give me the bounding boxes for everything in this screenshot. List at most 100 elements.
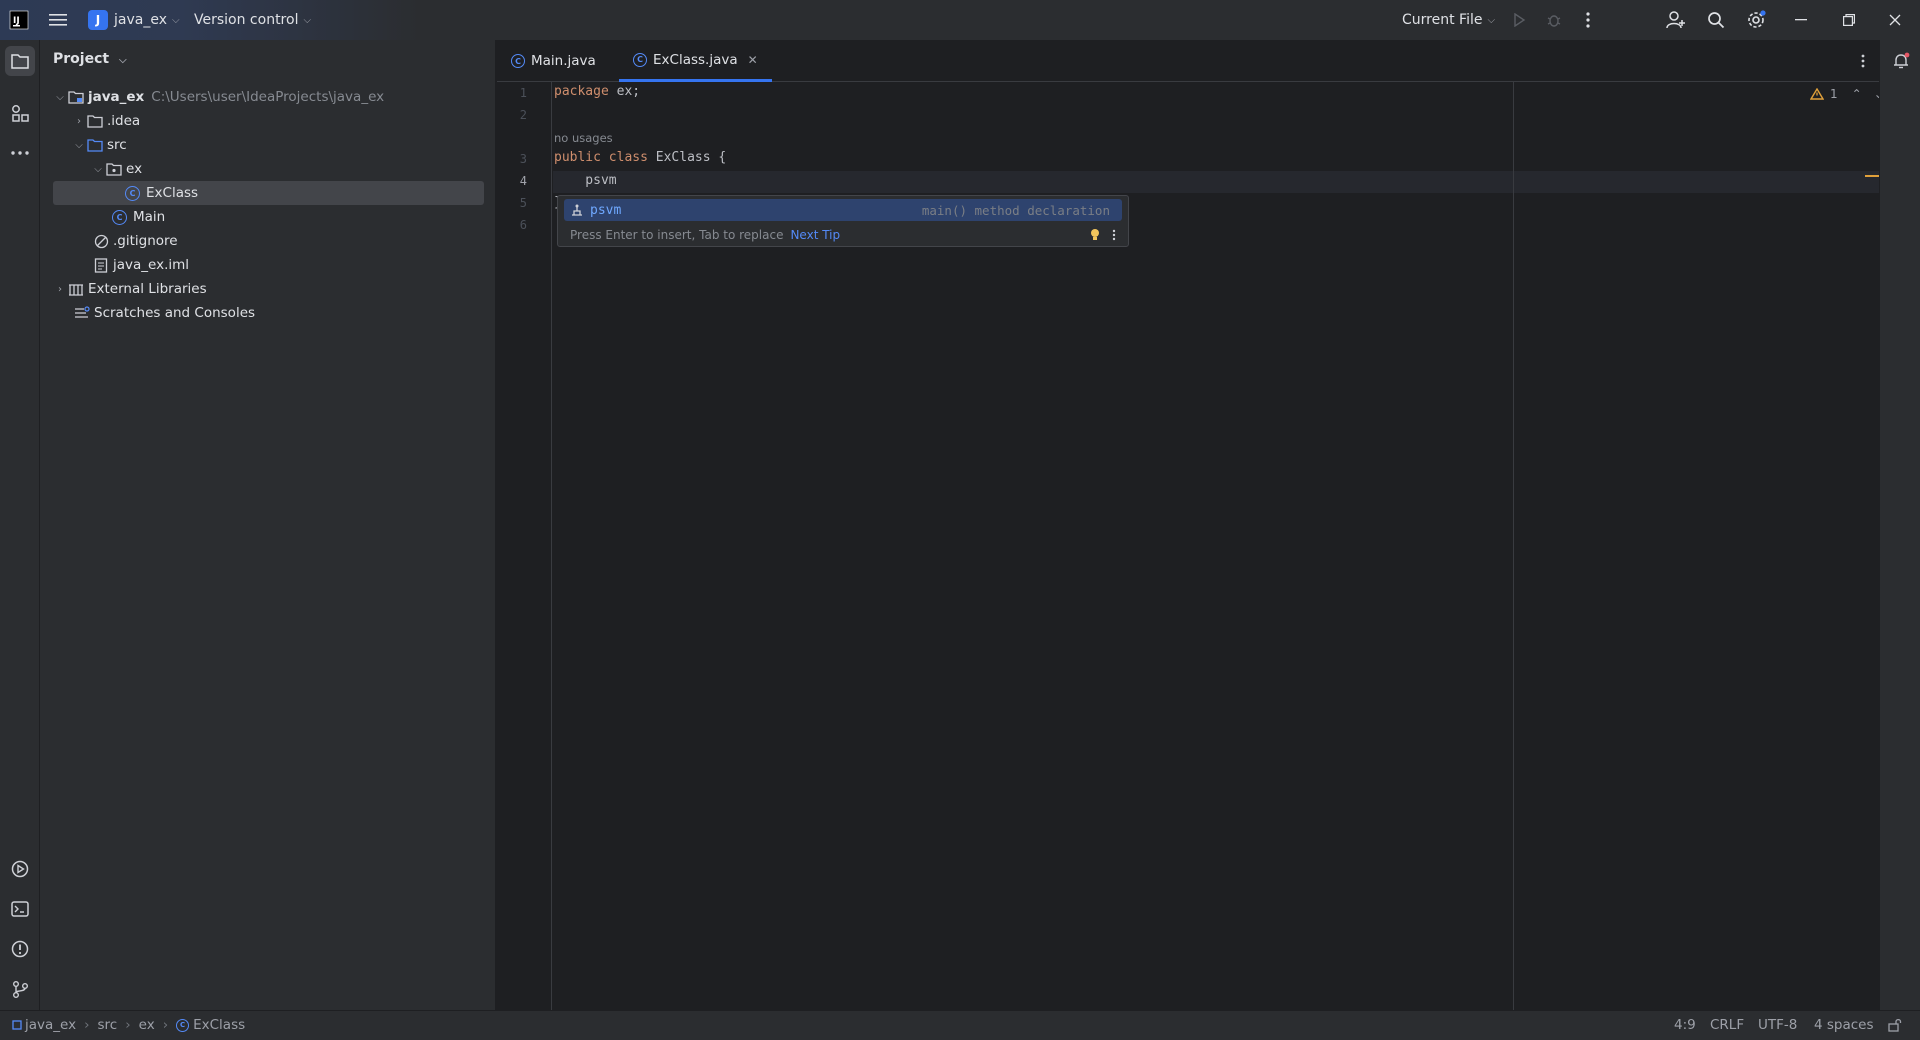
module-folder-icon [68, 89, 84, 105]
main-menu-icon[interactable] [46, 8, 70, 32]
live-template-icon [572, 204, 582, 216]
usages-inlay-hint[interactable]: no usages [554, 131, 613, 145]
code-with-me-icon[interactable] [1664, 9, 1688, 31]
warning-stripe-marker[interactable] [1865, 175, 1879, 177]
tree-label: src [107, 137, 127, 153]
tabs-more-icon[interactable] [1855, 51, 1871, 71]
project-badge: J [88, 10, 108, 30]
keyword: public [554, 150, 601, 165]
tree-item-idea[interactable]: › .idea [40, 109, 480, 133]
tab-exclass-java[interactable]: C ExClass.java ✕ [619, 40, 772, 82]
chevron-down-icon: ⌵ [118, 55, 127, 66]
run-config-selector[interactable]: Current File ⌵ [1402, 9, 1495, 31]
bug-icon [1547, 15, 1561, 27]
line-number: 2 [519, 108, 527, 122]
chevron-up-icon[interactable]: ⌃ [1852, 87, 1862, 101]
project-tool-icon[interactable] [5, 46, 35, 76]
line-number: 1 [519, 86, 527, 100]
code-line-3: public class ExClass { [554, 150, 726, 165]
line-separator[interactable]: CRLF [1710, 1017, 1744, 1033]
java-class-icon: C [633, 52, 647, 67]
source-folder-icon [87, 137, 103, 153]
file-encoding[interactable]: UTF-8 [1758, 1017, 1797, 1033]
project-panel-title[interactable]: Project ⌵ [53, 51, 127, 67]
breadcrumb-item[interactable]: ExClass [193, 1017, 245, 1033]
chevron-right-icon: › [162, 1017, 169, 1033]
chevron-right-icon[interactable]: › [71, 116, 87, 127]
problems-tool-icon[interactable] [5, 934, 35, 964]
play-icon [1514, 13, 1526, 27]
run-button[interactable] [1508, 10, 1530, 30]
close-tab-icon[interactable]: ✕ [748, 53, 758, 67]
run-tool-icon[interactable] [5, 854, 35, 884]
right-tool-strip [1879, 40, 1920, 1010]
module-icon [12, 1020, 22, 1030]
more-tools-icon[interactable] [5, 138, 35, 168]
completion-hint-text: Press Enter to insert, Tab to replace [570, 228, 784, 242]
terminal-tool-icon[interactable] [5, 894, 35, 924]
settings-gear-icon[interactable] [1744, 9, 1768, 31]
breadcrumb-item[interactable]: ex [139, 1017, 155, 1033]
java-class-icon: C [125, 185, 140, 201]
tab-main-java[interactable]: C Main.java [497, 40, 610, 82]
tree-item-main[interactable]: C Main [40, 205, 480, 229]
tree-item-gitignore[interactable]: .gitignore [40, 229, 480, 253]
chevron-right-icon[interactable]: › [52, 284, 68, 295]
module-file-icon [93, 257, 109, 273]
minimize-window-icon[interactable] [1790, 10, 1812, 30]
keyword: class [608, 150, 648, 165]
debug-button[interactable] [1543, 10, 1565, 30]
lightbulb-icon[interactable] [1090, 228, 1100, 242]
left-tool-strip [0, 40, 40, 1010]
inspection-widget[interactable]: 1 ⌃ ⌄ [1810, 87, 1884, 101]
tree-item-ex-package[interactable]: ⌵ ex [40, 157, 480, 181]
keyword: package [554, 84, 609, 99]
breadcrumb-item[interactable]: java_ex [25, 1017, 76, 1033]
tree-item-external-libraries[interactable]: › External Libraries [40, 277, 480, 301]
tree-label: External Libraries [88, 281, 207, 297]
completion-item-psvm[interactable]: psvm main() method declaration [564, 199, 1122, 221]
intellij-logo-icon[interactable]: IJ [8, 9, 30, 31]
indent-setting[interactable]: 4 spaces [1814, 1017, 1874, 1033]
chevron-right-icon: › [125, 1017, 131, 1033]
read-only-lock-icon[interactable] [1888, 1018, 1902, 1032]
caret-position[interactable]: 4:9 [1674, 1017, 1696, 1033]
tree-item-exclass[interactable]: C ExClass [53, 181, 484, 205]
structure-tool-icon[interactable] [5, 98, 35, 128]
vcs-label: Version control [194, 12, 299, 28]
tree-item-src[interactable]: ⌵ src [40, 133, 480, 157]
tree-item-java-ex[interactable]: ⌵ java_ex C:\Users\user\IdeaProjects\jav… [40, 85, 480, 109]
title-bar: IJ J java_ex ⌵ Version control ⌵ Current… [0, 0, 1920, 40]
breadcrumb-item[interactable]: src [98, 1017, 118, 1033]
line-number: 4 [519, 174, 527, 188]
next-tip-link[interactable]: Next Tip [790, 228, 840, 242]
line-number: 5 [519, 196, 527, 210]
tree-item-scratches[interactable]: Scratches and Consoles [40, 301, 480, 325]
chevron-down-icon[interactable]: ⌵ [71, 140, 87, 151]
tree-item-iml[interactable]: java_ex.iml [40, 253, 480, 277]
current-line-highlight [553, 171, 1879, 193]
completion-item-description: main() method declaration [921, 202, 1110, 218]
tab-label: Main.java [531, 53, 596, 69]
restore-window-icon[interactable] [1838, 10, 1860, 30]
git-tool-icon[interactable] [5, 974, 35, 1004]
project-name: java_ex [114, 12, 167, 28]
code-text: ex; [608, 84, 641, 99]
breadcrumb: java_ex › src › ex › C ExClass [12, 1017, 245, 1033]
close-window-icon[interactable] [1884, 10, 1906, 30]
chevron-down-icon[interactable]: ⌵ [52, 92, 68, 103]
search-icon[interactable] [1704, 9, 1728, 31]
scratches-icon [74, 305, 90, 321]
notifications-bell-icon[interactable] [1889, 49, 1913, 73]
version-control-menu[interactable]: Version control ⌵ [194, 9, 311, 31]
status-bar: java_ex › src › ex › C ExClass 4:9 CRLF … [0, 1010, 1920, 1040]
tree-label: ExClass [146, 185, 199, 201]
more-actions-icon[interactable] [1578, 10, 1598, 30]
project-panel: Project ⌵ ⌵ java_ex C:\Users\user\IdeaPr… [40, 40, 496, 1010]
popup-more-icon[interactable] [1112, 229, 1116, 241]
ignore-file-icon [93, 233, 109, 249]
project-selector[interactable]: J java_ex ⌵ [88, 9, 180, 31]
warning-icon [1810, 88, 1824, 100]
chevron-down-icon[interactable]: ⌵ [90, 164, 106, 175]
tree-label: .gitignore [113, 233, 178, 249]
